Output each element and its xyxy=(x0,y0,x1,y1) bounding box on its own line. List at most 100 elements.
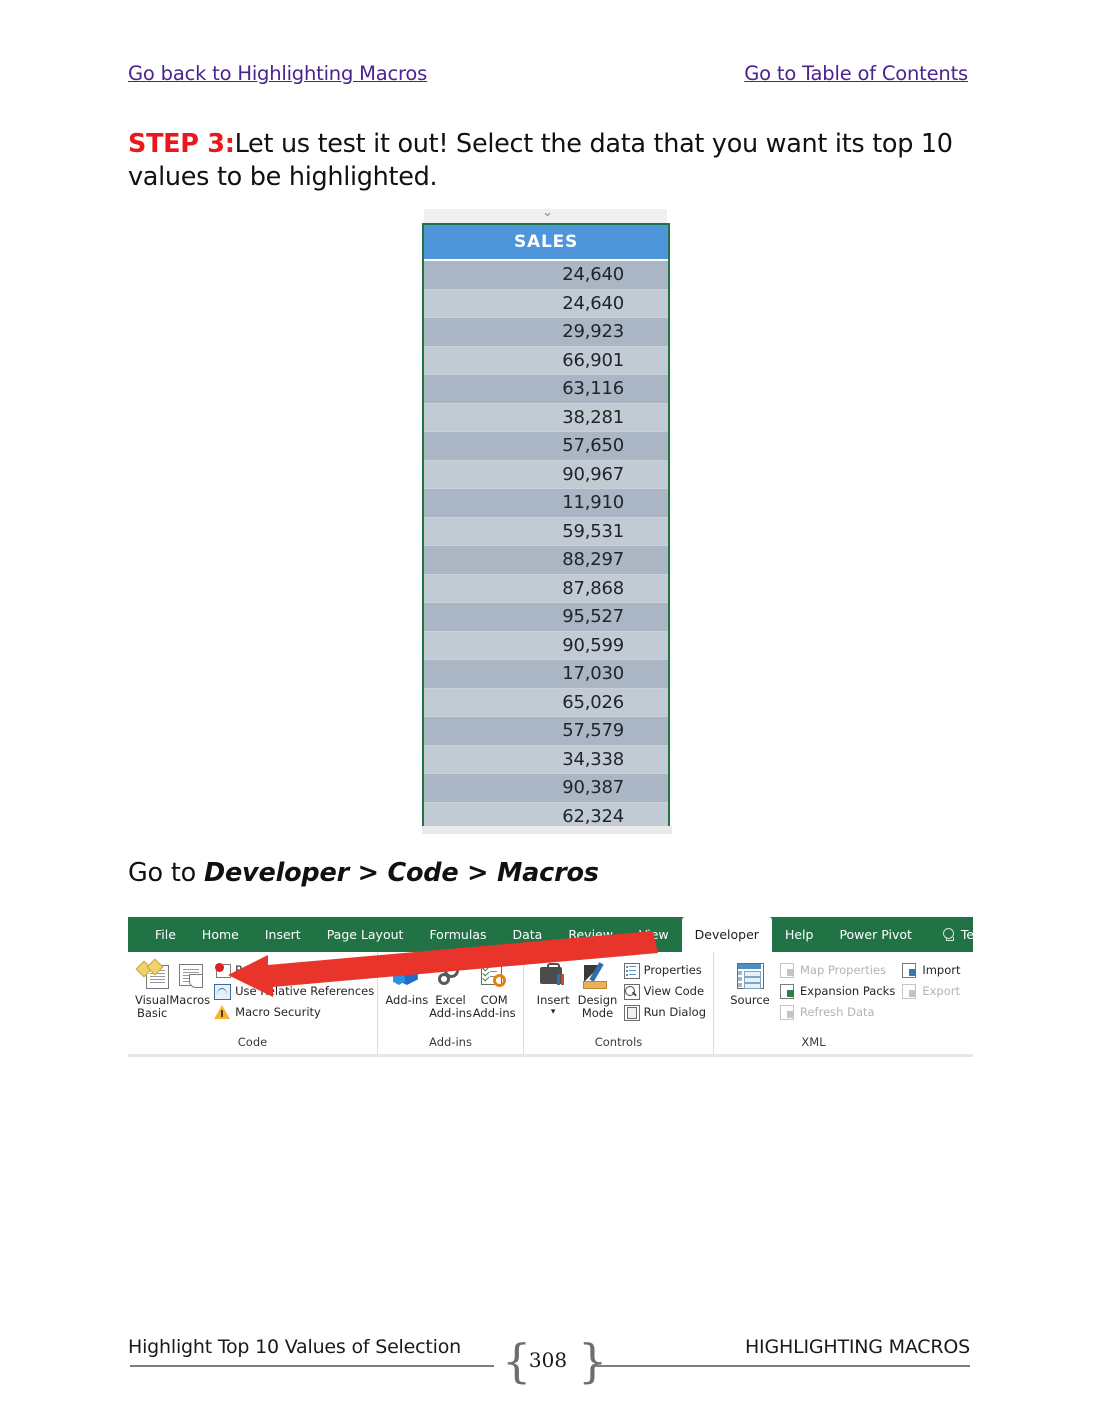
spreadsheet-screenshot: ⌄ SALES 24,640 24,640 29,923 66,901 63,116 38… xyxy=(402,205,694,834)
ribbon-tab-help[interactable]: Help xyxy=(772,917,827,952)
sales-cell[interactable]: 63,116 xyxy=(424,375,668,404)
sales-cell[interactable]: 90,599 xyxy=(424,631,668,660)
ribbon-tab-home[interactable]: Home xyxy=(189,917,252,952)
expansion-packs-button[interactable]: Expansion Packs xyxy=(779,981,895,1000)
com-add-ins-icon xyxy=(478,961,510,991)
properties-label: Properties xyxy=(643,962,702,977)
xml-small-buttons-col2: Import Export xyxy=(901,957,961,1000)
excel-add-ins-button[interactable]: Excel Add-ins xyxy=(429,957,473,1020)
ribbon-body: Visual Basic Macros Record Macro Use Rel… xyxy=(128,952,973,1054)
sales-cell[interactable]: 87,868 xyxy=(424,574,668,603)
sales-cell[interactable]: 38,281 xyxy=(424,403,668,432)
footer-rule-left xyxy=(130,1365,494,1367)
insert-control-button[interactable]: Insert ▾ xyxy=(531,957,575,1019)
use-relative-references-button[interactable]: Use Relative References xyxy=(214,981,374,1000)
record-macro-button[interactable]: Record Macro xyxy=(214,960,374,979)
view-code-button[interactable]: View Code xyxy=(623,981,706,1000)
export-button: Export xyxy=(901,981,960,1000)
ribbon-tab-formulas[interactable]: Formulas xyxy=(416,917,499,952)
ribbon-tab-page-layout[interactable]: Page Layout xyxy=(314,917,417,952)
view-code-label: View Code xyxy=(643,983,705,998)
sales-cell[interactable]: 65,026 xyxy=(424,688,668,717)
sales-cell[interactable]: 59,531 xyxy=(424,517,668,546)
macro-security-label: Macro Security xyxy=(235,1004,321,1019)
properties-button[interactable]: Properties xyxy=(623,960,706,979)
ribbon-tab-data[interactable]: Data xyxy=(500,917,556,952)
sales-cell[interactable]: 34,338 xyxy=(424,745,668,774)
visual-basic-button[interactable]: Visual Basic xyxy=(135,957,169,1020)
sales-cell[interactable]: 57,650 xyxy=(424,432,668,461)
selected-range[interactable]: SALES 24,640 24,640 29,923 66,901 63,116 38,2… xyxy=(422,223,670,832)
sales-cell[interactable]: 90,967 xyxy=(424,460,668,489)
footer-left-title: Highlight Top 10 Values of Selection xyxy=(128,1336,461,1358)
design-mode-button[interactable]: Design Mode xyxy=(575,957,619,1020)
macro-security-icon xyxy=(214,1004,231,1020)
ribbon-group-code: Visual Basic Macros Record Macro Use Rel… xyxy=(128,952,378,1054)
macro-security-button[interactable]: Macro Security xyxy=(214,1002,374,1021)
developer-path-instruction: Go to Developer > Code > Macros xyxy=(128,858,599,888)
macros-button[interactable]: Macros xyxy=(169,957,210,1007)
xml-source-button[interactable]: Source xyxy=(721,957,779,1007)
run-dialog-icon xyxy=(623,1004,640,1021)
sales-cell[interactable]: 90,387 xyxy=(424,774,668,803)
sales-cell[interactable]: 11,910 xyxy=(424,489,668,518)
sales-cell[interactable]: 57,579 xyxy=(424,717,668,746)
ribbon-tab-view[interactable]: View xyxy=(626,917,682,952)
insert-dropdown-icon[interactable]: ▾ xyxy=(551,1006,556,1019)
controls-small-buttons: Properties View Code Run Dialog xyxy=(623,957,706,1021)
xml-small-buttons-col1: Map Properties Expansion Packs Refresh D… xyxy=(779,957,895,1021)
tell-me-label: Tell me what yo xyxy=(960,927,973,942)
table-of-contents-link[interactable]: Go to Table of Contents xyxy=(744,62,968,85)
xml-source-label: Source xyxy=(730,993,770,1007)
properties-icon xyxy=(623,962,640,979)
macros-label: Macros xyxy=(169,993,211,1007)
visual-basic-icon xyxy=(135,958,170,991)
sales-cell[interactable]: 17,030 xyxy=(424,660,668,689)
ribbon-group-xml: Source Map Properties Expansion Packs Re… xyxy=(714,952,973,1054)
top-navigation-links: Go back to Highlighting Macros Go to Tab… xyxy=(128,62,970,94)
sales-cell[interactable]: 29,923 xyxy=(424,318,668,347)
step-instruction: STEP 3:Let us test it out! Select the da… xyxy=(128,128,958,194)
refresh-data-label: Refresh Data xyxy=(800,1004,875,1019)
tell-me-search[interactable]: Tell me what yo xyxy=(925,917,973,952)
record-macro-label: Record Macro xyxy=(235,962,314,977)
step-label: STEP 3: xyxy=(128,129,235,159)
com-add-ins-label: COM Add-ins xyxy=(472,993,516,1020)
run-dialog-button[interactable]: Run Dialog xyxy=(623,1002,706,1021)
sheet-bottom-edge xyxy=(422,826,672,834)
import-button[interactable]: Import xyxy=(901,960,961,979)
lightbulb-icon xyxy=(942,927,954,942)
use-relative-references-label: Use Relative References xyxy=(235,983,375,998)
expansion-packs-icon xyxy=(779,983,795,999)
ribbon-tab-developer[interactable]: Developer xyxy=(681,917,772,952)
view-code-icon xyxy=(623,983,640,1000)
ribbon-tab-file[interactable]: File xyxy=(142,917,189,952)
sheet-right-gutter xyxy=(667,209,694,834)
sales-cell[interactable]: 95,527 xyxy=(424,603,668,632)
code-group-label: Code xyxy=(237,1035,268,1049)
code-small-buttons: Record Macro Use Relative References Mac… xyxy=(214,957,374,1021)
chevron-down-icon: ⌄ xyxy=(542,205,553,220)
sales-cell[interactable]: 24,640 xyxy=(424,261,668,290)
sales-cell[interactable]: 88,297 xyxy=(424,546,668,575)
excel-add-ins-icon xyxy=(435,961,467,991)
ribbon-tab-review[interactable]: Review xyxy=(555,917,626,952)
ribbon-tab-insert[interactable]: Insert xyxy=(252,917,314,952)
design-mode-icon xyxy=(581,961,613,991)
record-macro-icon xyxy=(214,962,232,978)
column-header-strip: ⌄ xyxy=(402,205,694,224)
macros-icon xyxy=(174,961,206,991)
addins-group-label: Add-ins xyxy=(429,1035,472,1049)
ribbon-tab-power-pivot[interactable]: Power Pivot xyxy=(826,917,924,952)
add-ins-button[interactable]: Add-ins xyxy=(385,957,429,1007)
page-number: 308 xyxy=(528,1348,568,1372)
relative-references-icon xyxy=(214,983,232,1000)
ribbon-group-addins: Add-ins Excel Add-ins COM Add-ins Add-in… xyxy=(378,952,524,1054)
back-to-highlighting-macros-link[interactable]: Go back to Highlighting Macros xyxy=(128,62,427,85)
map-properties-label: Map Properties xyxy=(800,962,887,977)
refresh-data-button: Refresh Data xyxy=(779,1002,895,1021)
sales-cell[interactable]: 66,901 xyxy=(424,346,668,375)
sales-cell[interactable]: 24,640 xyxy=(424,289,668,318)
com-add-ins-button[interactable]: COM Add-ins xyxy=(472,957,516,1020)
excel-add-ins-label: Excel Add-ins xyxy=(429,993,472,1020)
